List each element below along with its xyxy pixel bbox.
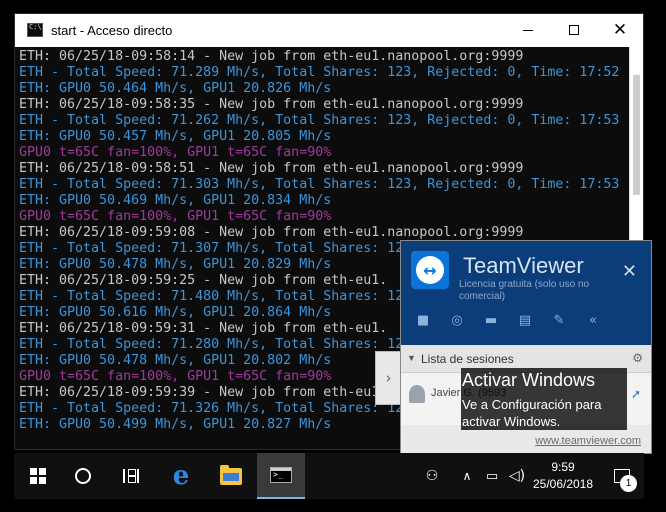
search-button[interactable]: [59, 453, 107, 499]
volume-icon[interactable]: ◁): [506, 453, 528, 499]
network-icon[interactable]: ▭: [481, 453, 503, 499]
notification-badge: 1: [620, 475, 637, 492]
chat-icon[interactable]: ▬: [481, 313, 501, 329]
console-line: ETH: 06/25/18-09:58:35 - New job from et…: [19, 97, 524, 112]
file-explorer-button[interactable]: [207, 453, 255, 499]
teamviewer-panel-handle[interactable]: ›: [375, 351, 401, 405]
scroll-thumb[interactable]: [633, 75, 640, 195]
edge-button[interactable]: e: [157, 453, 205, 499]
clock[interactable]: 9:59 25/06/2018: [528, 459, 598, 493]
session-list-label: Lista de sesiones: [421, 352, 514, 366]
cmd-taskbar-button[interactable]: [257, 453, 305, 499]
chevron-up-icon[interactable]: ∧: [458, 453, 476, 499]
collapse-icon[interactable]: «: [583, 313, 603, 329]
notification-icon: 1: [614, 469, 637, 492]
console-line: ETH: 06/25/18-09:58:14 - New job from et…: [19, 49, 524, 64]
folder-icon: [220, 464, 242, 485]
console-line: ETH - Total Speed: 71.262 Mh/s, Total Sh…: [19, 113, 620, 128]
windows-logo-icon: [30, 468, 46, 484]
window-title: start - Acceso directo: [51, 23, 173, 38]
maximize-icon: [569, 25, 579, 35]
console-line: GPU0 t=65C fan=100%, GPU1 t=65C fan=90%: [19, 145, 332, 160]
gear-icon[interactable]: ⚙: [632, 351, 643, 365]
teamviewer-header: ↔ TeamViewer Licencia gratuita (solo uso…: [401, 241, 651, 345]
console-line: ETH: 06/25/18-09:58:51 - New job from et…: [19, 161, 524, 176]
people-icon[interactable]: ⚇: [419, 453, 445, 499]
files-icon[interactable]: ▤: [515, 313, 535, 329]
console-line: ETH: GPU0 50.464 Mh/s, GPU1 20.826 Mh/s: [19, 81, 332, 96]
activation-watermark-backdrop: [461, 368, 627, 430]
task-view-icon: [123, 469, 139, 483]
chevron-right-icon: ›: [385, 369, 392, 387]
edge-icon: e: [172, 461, 190, 491]
console-line: ETH - Total Speed: 71.289 Mh/s, Total Sh…: [19, 65, 620, 80]
task-view-button[interactable]: [107, 453, 155, 499]
console-line: ETH: GPU0 50.457 Mh/s, GPU1 20.805 Mh/s: [19, 129, 332, 144]
teamviewer-logo-icon: ↔: [411, 251, 449, 289]
user-icon: [409, 385, 425, 403]
teamviewer-license: Licencia gratuita (solo uso no comercial…: [459, 279, 590, 302]
console-line: GPU0 t=65C fan=100%, GPU1 t=65C fan=90%: [19, 209, 332, 224]
cmd-app-icon[interactable]: [27, 23, 43, 37]
console-line: ETH - Total Speed: 71.303 Mh/s, Total Sh…: [19, 177, 620, 192]
teamviewer-close-icon[interactable]: ✕: [622, 261, 637, 282]
teamviewer-link[interactable]: www.teamviewer.com: [535, 435, 641, 447]
start-button[interactable]: [14, 453, 62, 499]
console-line: ETH: 06/25/18-09:59:08 - New job from et…: [19, 225, 524, 240]
headset-icon[interactable]: ◎: [447, 313, 467, 329]
maximize-button[interactable]: [551, 14, 597, 46]
teamviewer-brand: TeamViewer: [463, 253, 584, 278]
whiteboard-icon[interactable]: ✎: [549, 313, 569, 329]
action-center-button[interactable]: 1: [604, 453, 640, 499]
cmd-icon: [270, 467, 292, 483]
close-button[interactable]: ✕: [597, 14, 643, 46]
minimize-button[interactable]: [505, 14, 551, 46]
video-icon[interactable]: ■: [413, 313, 433, 329]
collapse-arrow-icon[interactable]: ▼: [407, 353, 416, 363]
clock-date: 25/06/2018: [532, 477, 594, 491]
cortana-icon: [75, 468, 91, 484]
title-bar[interactable]: start - Acceso directo ✕: [15, 14, 643, 47]
close-icon: ✕: [612, 19, 628, 40]
remote-control-icon[interactable]: ➚: [631, 387, 641, 401]
minimize-icon: [523, 29, 533, 31]
console-line: ETH: GPU0 50.469 Mh/s, GPU1 20.834 Mh/s: [19, 193, 332, 208]
teamviewer-toolbar: ■ ◎ ▬ ▤ ✎ «: [413, 313, 603, 329]
clock-time: 9:59: [551, 460, 575, 474]
taskbar: e ⚇ ∧ ▭ ◁) 9:59 25/06/2018 1: [14, 453, 644, 499]
